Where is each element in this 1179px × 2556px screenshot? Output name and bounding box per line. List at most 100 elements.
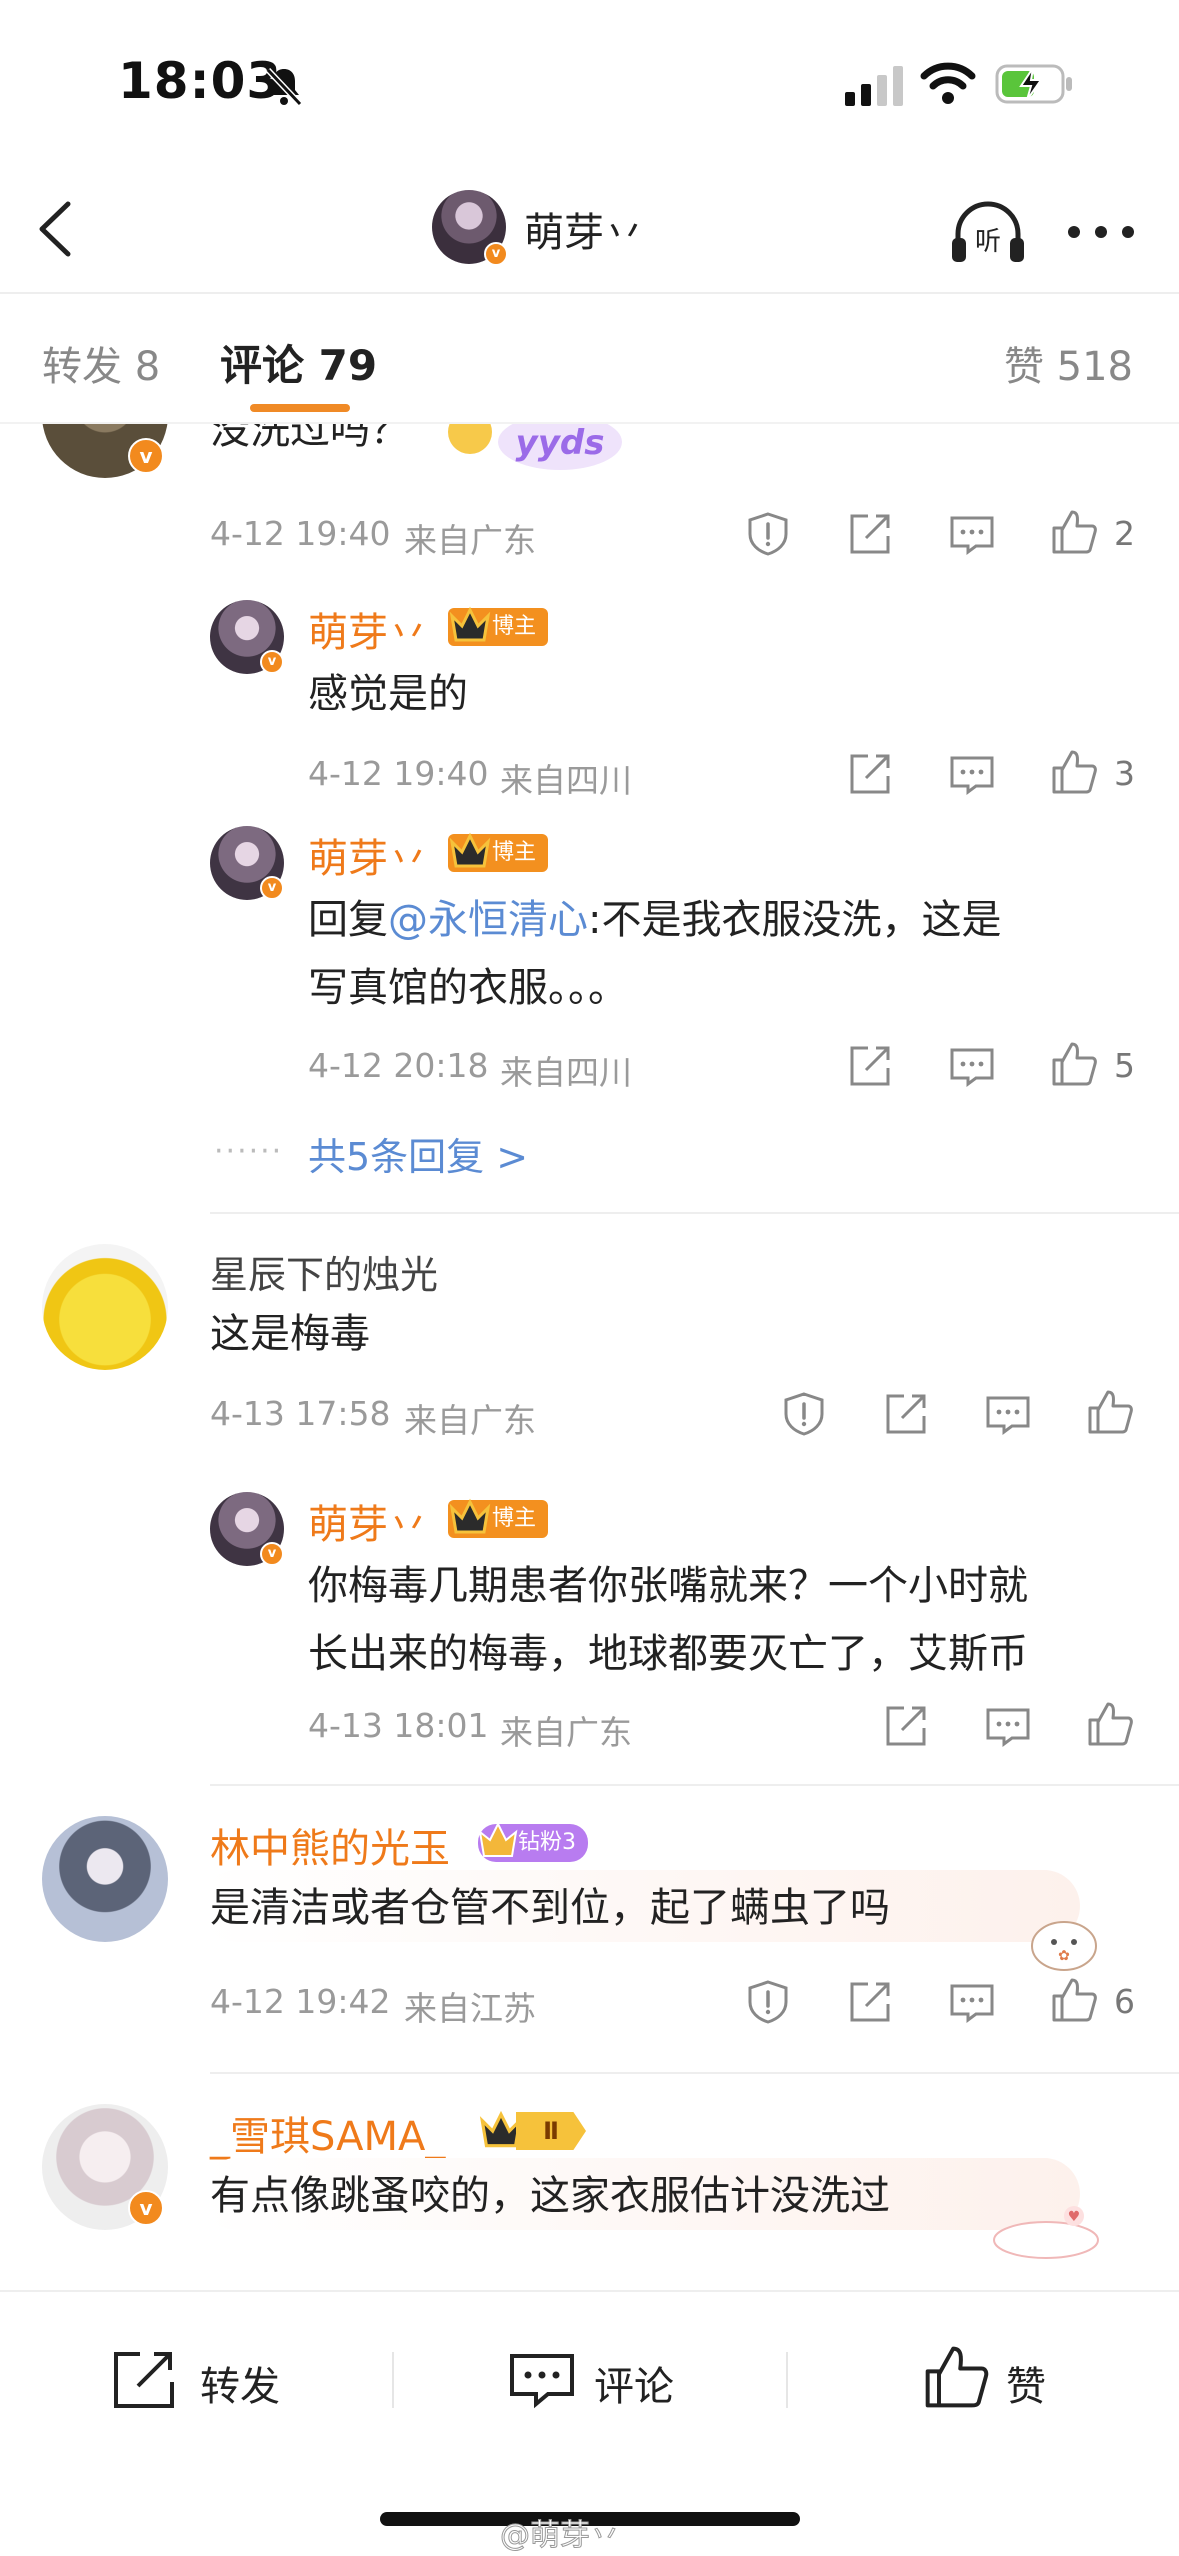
badge-label: 钻粉3 bbox=[518, 1830, 576, 1855]
level-badge: Ⅱ bbox=[476, 2110, 586, 2150]
like-icon[interactable] bbox=[1086, 1700, 1134, 1748]
comment-icon[interactable] bbox=[984, 1390, 1032, 1438]
reply-author-name[interactable]: 萌芽丷 bbox=[308, 1492, 428, 1550]
comment-text: 这是梅毒 bbox=[210, 1311, 370, 1357]
comment-author-name[interactable]: 星辰下的烛光 bbox=[210, 1244, 438, 1299]
divider bbox=[210, 1212, 1179, 1214]
diamond-crown-icon bbox=[478, 1821, 518, 1857]
reply-location: 来自四川 bbox=[500, 1053, 632, 1092]
share-icon[interactable] bbox=[846, 1042, 894, 1090]
like-icon[interactable] bbox=[1050, 748, 1098, 796]
blogger-badge: 博主 bbox=[448, 606, 549, 646]
listen-icon[interactable]: 听 bbox=[948, 198, 1028, 268]
share-icon[interactable] bbox=[846, 1978, 894, 2026]
wifi-icon bbox=[920, 62, 976, 104]
reply-author-name[interactable]: 萌芽丷 bbox=[308, 826, 428, 884]
mention-link[interactable]: @永恒清心 bbox=[388, 897, 588, 943]
svg-text:听: 听 bbox=[975, 227, 1001, 257]
tabs-bar: 转发 8 评论 79 赞 518 bbox=[0, 296, 1179, 424]
separator bbox=[392, 2352, 394, 2408]
tab-comment[interactable]: 评论 79 bbox=[220, 332, 377, 393]
avatar[interactable]: v bbox=[42, 424, 168, 478]
avatar[interactable]: v bbox=[210, 1492, 284, 1566]
like-count: 2 bbox=[1114, 514, 1135, 553]
reply-author-name[interactable]: 萌芽丷 bbox=[308, 600, 428, 658]
badge-label: 博主 bbox=[492, 614, 537, 639]
reply-text: 感觉是的 bbox=[308, 671, 468, 717]
more-icon[interactable] bbox=[1066, 222, 1136, 242]
sticker-text: yyds bbox=[516, 424, 605, 463]
crown-icon bbox=[449, 1498, 491, 1534]
like-count: 6 bbox=[1114, 1982, 1135, 2021]
share-icon[interactable] bbox=[846, 510, 894, 558]
author-name[interactable]: 萌芽丷 bbox=[524, 200, 644, 258]
comment-icon[interactable] bbox=[948, 1042, 996, 1090]
cat-sticker-icon: ♥ bbox=[993, 2206, 1099, 2259]
badge-label: 博主 bbox=[492, 840, 537, 865]
comment-button[interactable]: 评论 bbox=[508, 2340, 708, 2420]
like-button[interactable]: 赞 bbox=[922, 2340, 1082, 2420]
comment-text: 没洗过吗？ bbox=[210, 424, 410, 453]
like-count: 5 bbox=[1114, 1046, 1135, 1085]
report-icon[interactable] bbox=[780, 1390, 828, 1438]
comment-location: 来自广东 bbox=[404, 1401, 536, 1440]
comment-location: 来自江苏 bbox=[404, 1989, 536, 2028]
comment-icon[interactable] bbox=[948, 1978, 996, 2026]
comment-icon[interactable] bbox=[984, 1702, 1032, 1750]
reply-text-line2: 长出来的梅毒，地球都要灭亡了，艾斯币 bbox=[308, 1631, 1028, 1677]
like-icon[interactable] bbox=[1050, 1976, 1098, 2024]
status-bar: 18:03 bbox=[0, 0, 1179, 170]
comment-icon[interactable] bbox=[948, 510, 996, 558]
report-icon[interactable] bbox=[744, 510, 792, 558]
crown-icon bbox=[449, 832, 491, 868]
separator bbox=[786, 2352, 788, 2408]
badge-label: Ⅱ bbox=[516, 2112, 586, 2150]
verified-icon: v bbox=[128, 438, 164, 474]
avatar[interactable] bbox=[42, 1244, 168, 1370]
reply-text-line2: 写真馆的衣服。。。 bbox=[308, 965, 628, 1011]
svg-text:✿: ✿ bbox=[1058, 1948, 1070, 1964]
comment-icon[interactable] bbox=[948, 750, 996, 798]
comment-feed[interactable]: v 没洗过吗？ yyds 4-12 19:40 来自广东 2 v 萌芽丷 博主 … bbox=[0, 424, 1179, 2290]
tab-repost[interactable]: 转发 8 bbox=[42, 334, 160, 392]
comment-text: 是清洁或者仓管不到位，起了螨虫了吗 bbox=[210, 1885, 890, 1931]
comment-author-name[interactable]: 林中熊的光玉 bbox=[210, 1816, 450, 1874]
repost-button[interactable]: 转发 bbox=[110, 2340, 310, 2420]
reply-text-line1: 你梅毒几期患者你张嘴就来？一个小时就 bbox=[308, 1563, 1028, 1609]
verified-icon: v bbox=[260, 876, 284, 900]
repost-icon bbox=[114, 2352, 174, 2408]
signal-icon bbox=[845, 66, 903, 106]
share-icon[interactable] bbox=[882, 1390, 930, 1438]
like-icon[interactable] bbox=[1086, 1388, 1134, 1436]
tab-active-indicator bbox=[250, 404, 350, 412]
like-icon[interactable] bbox=[1050, 1040, 1098, 1088]
watermark: @萌芽丷 bbox=[500, 2518, 621, 2554]
avatar[interactable]: v bbox=[210, 600, 284, 674]
reply-text: 你梅毒几期患者你张嘴就来？一个小时就 长出来的梅毒，地球都要灭亡了，艾斯币 bbox=[308, 1552, 1168, 1688]
reply-time: 4-13 18:01 bbox=[308, 1706, 489, 1745]
back-icon[interactable] bbox=[28, 194, 88, 264]
tab-like[interactable]: 赞 518 bbox=[1004, 334, 1133, 392]
divider bbox=[210, 2072, 1179, 2074]
comment-text: 有点像跳蚤咬的，这家衣服估计没洗过 bbox=[210, 2173, 890, 2219]
avatar[interactable] bbox=[42, 1816, 168, 1942]
like-icon[interactable] bbox=[1050, 508, 1098, 556]
badge-label: 博主 bbox=[492, 1506, 537, 1531]
thread-dots: ······ bbox=[214, 1134, 284, 1169]
share-icon[interactable] bbox=[846, 750, 894, 798]
reply-text: 回复@永恒清心:不是我衣服没洗，这是 写真馆的衣服。。。 bbox=[308, 886, 1128, 1022]
report-icon[interactable] bbox=[744, 1978, 792, 2026]
share-icon[interactable] bbox=[882, 1702, 930, 1750]
reply-location: 来自广东 bbox=[500, 1713, 632, 1752]
reply-location: 来自四川 bbox=[500, 761, 632, 800]
verified-icon: v bbox=[128, 2190, 164, 2226]
avatar[interactable]: v bbox=[210, 826, 284, 900]
reply-time: 4-12 19:40 bbox=[308, 754, 489, 793]
author-avatar[interactable]: v bbox=[432, 190, 508, 266]
fan-badge: 钻粉3 bbox=[478, 1821, 588, 1862]
comment-time: 4-13 17:58 bbox=[210, 1394, 391, 1433]
more-replies-link[interactable]: 共5条回复 > bbox=[308, 1126, 528, 1181]
comment-author-name[interactable]: _雪琪SAMA_ bbox=[210, 2104, 445, 2162]
like-count: 3 bbox=[1114, 754, 1135, 793]
avatar[interactable]: v bbox=[42, 2104, 168, 2230]
